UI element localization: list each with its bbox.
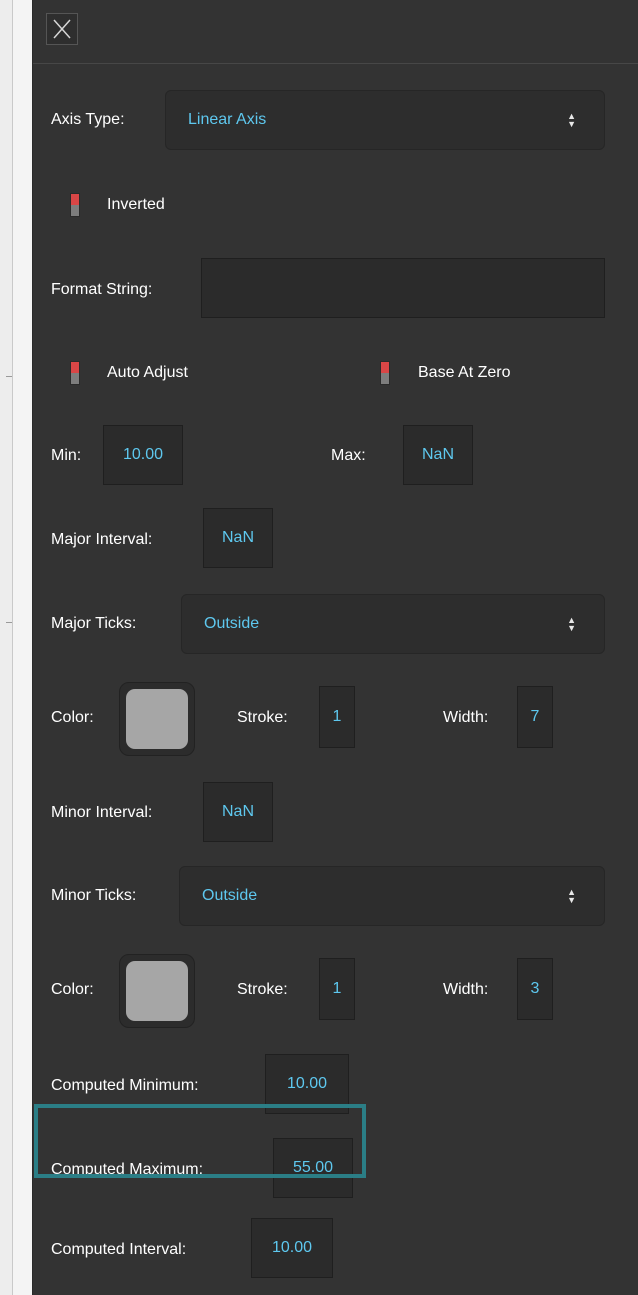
format-string-input[interactable]	[201, 258, 605, 318]
minor-ticks-select[interactable]: Outside ▲ ▼	[179, 866, 605, 926]
major-stroke-input[interactable]: 1	[319, 686, 355, 748]
edge-tick	[6, 376, 12, 377]
major-ticks-value: Outside	[204, 615, 260, 632]
inverted-label: Inverted	[107, 196, 165, 213]
minor-width-input[interactable]: 3	[517, 958, 553, 1020]
close-x-icon	[53, 19, 71, 39]
select-arrows-icon: ▲ ▼	[567, 111, 576, 129]
computed-interval-value: 10.00	[251, 1218, 333, 1278]
auto-adjust-checkbox[interactable]	[70, 361, 80, 385]
computed-minimum-label: Computed Minimum:	[51, 1077, 199, 1094]
inverted-checkbox[interactable]	[70, 193, 80, 217]
min-input[interactable]: 10.00	[103, 425, 183, 485]
minor-color-picker[interactable]	[119, 954, 195, 1028]
auto-adjust-label: Auto Adjust	[107, 364, 188, 381]
major-color-swatch	[126, 689, 188, 749]
major-interval-input[interactable]: NaN	[203, 508, 273, 568]
minor-stroke-input[interactable]: 1	[319, 958, 355, 1020]
format-string-label: Format String:	[51, 281, 153, 298]
minor-color-swatch	[126, 961, 188, 1021]
minor-interval-label: Minor Interval:	[51, 804, 153, 821]
minor-ticks-label: Minor Ticks:	[51, 887, 137, 904]
base-at-zero-checkbox[interactable]	[380, 361, 390, 385]
axis-type-select[interactable]: Linear Axis ▲ ▼	[165, 90, 605, 150]
min-label: Min:	[51, 447, 82, 464]
left-edge-strip	[0, 0, 13, 1295]
computed-interval-label: Computed Interval:	[51, 1241, 187, 1258]
header-divider	[33, 63, 638, 64]
axis-type-value: Linear Axis	[188, 111, 267, 128]
major-color-picker[interactable]	[119, 682, 195, 756]
minor-width-label: Width:	[443, 981, 489, 998]
base-at-zero-label: Base At Zero	[418, 364, 511, 381]
axis-type-label: Axis Type:	[51, 111, 125, 128]
major-stroke-label: Stroke:	[237, 709, 288, 726]
major-ticks-select[interactable]: Outside ▲ ▼	[181, 594, 605, 654]
minor-color-label: Color:	[51, 981, 94, 998]
axis-properties-panel: Axis Type: Linear Axis ▲ ▼ Inverted Forma…	[32, 0, 638, 1295]
minor-interval-input[interactable]: NaN	[203, 782, 273, 842]
select-arrows-icon: ▲ ▼	[567, 887, 576, 905]
minor-ticks-value: Outside	[202, 887, 258, 904]
major-width-label: Width:	[443, 709, 489, 726]
max-input[interactable]: NaN	[403, 425, 473, 485]
edge-tick	[6, 622, 12, 623]
close-button[interactable]	[46, 13, 78, 45]
minor-stroke-label: Stroke:	[237, 981, 288, 998]
max-label: Max:	[331, 447, 366, 464]
major-ticks-label: Major Ticks:	[51, 615, 137, 632]
major-width-input[interactable]: 7	[517, 686, 553, 748]
major-color-label: Color:	[51, 709, 94, 726]
select-arrows-icon: ▲ ▼	[567, 615, 576, 633]
major-interval-label: Major Interval:	[51, 531, 153, 548]
computed-maximum-highlight	[34, 1104, 366, 1178]
